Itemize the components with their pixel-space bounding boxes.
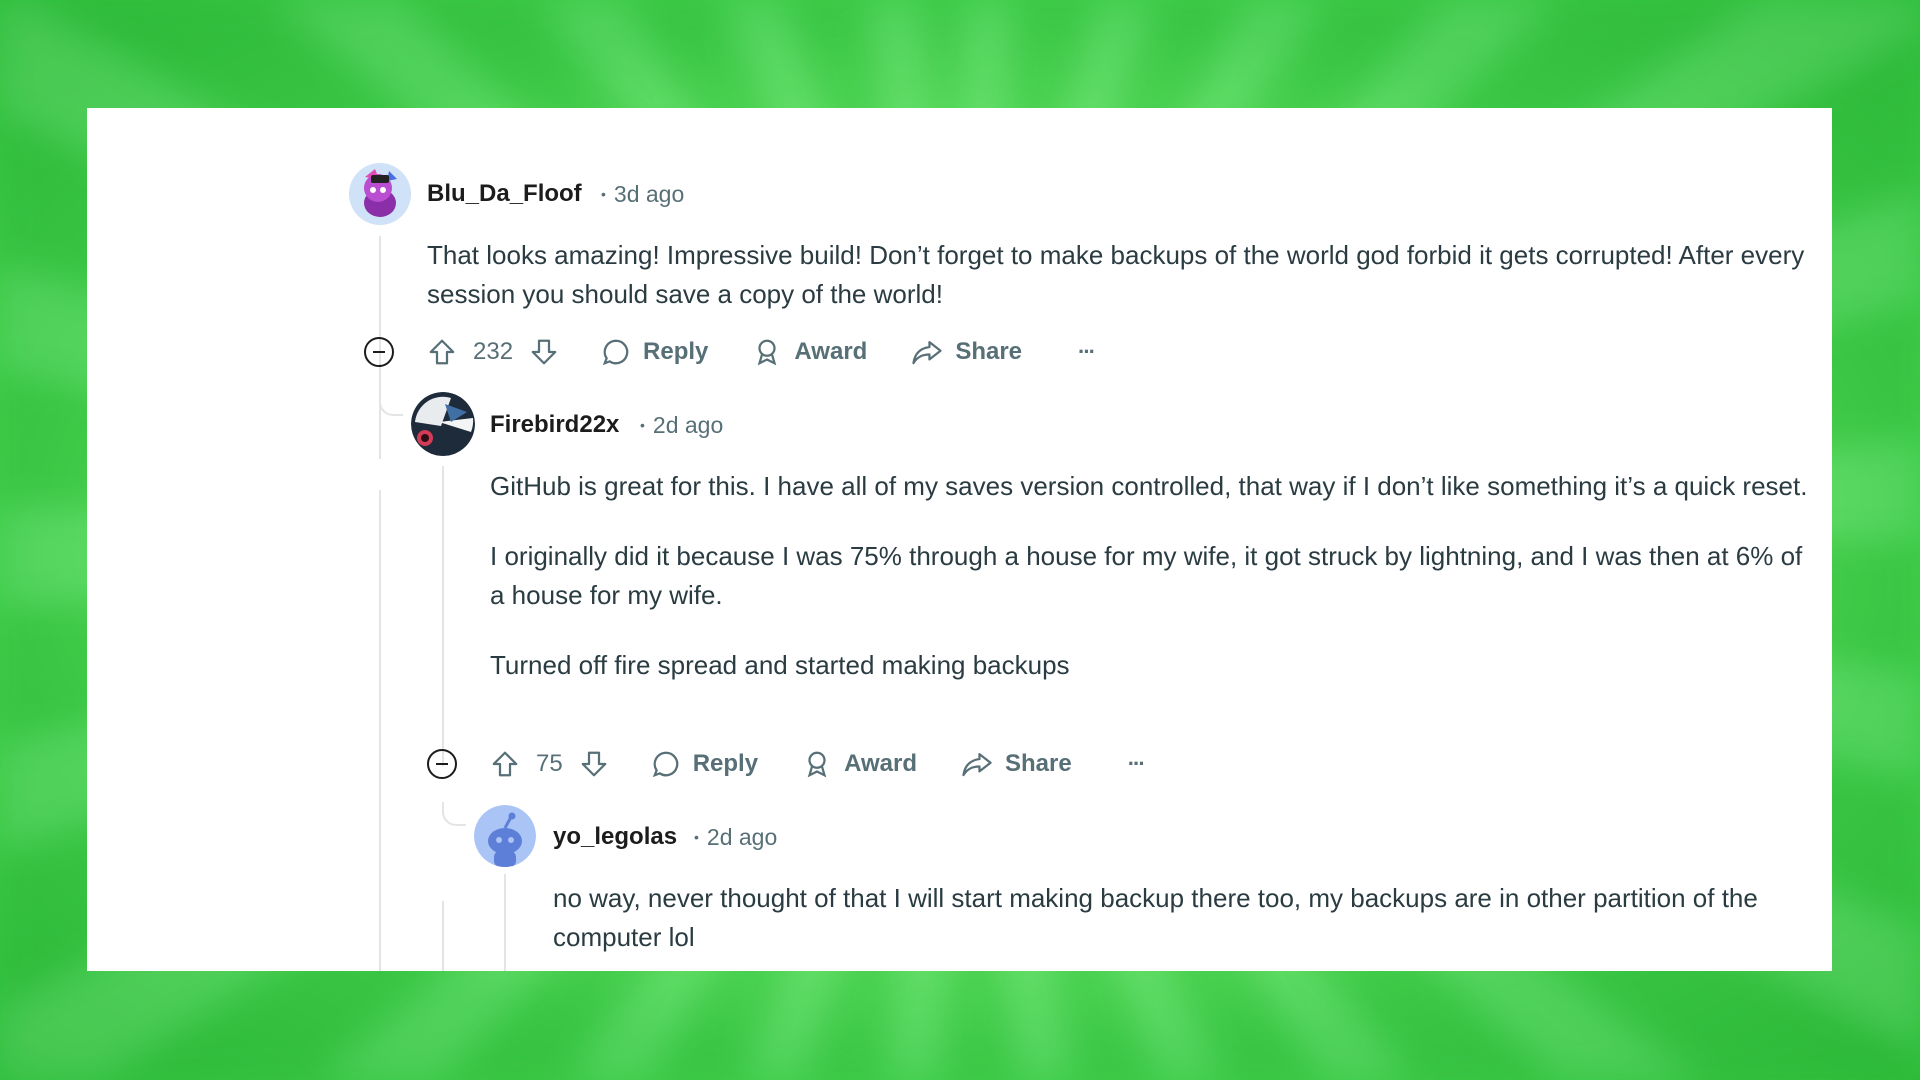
upvote-icon[interactable] bbox=[427, 337, 457, 367]
share-button[interactable]: Share bbox=[911, 337, 1022, 367]
avatar[interactable] bbox=[474, 805, 536, 867]
vote-group: 232 bbox=[427, 337, 559, 367]
separator: • bbox=[640, 417, 645, 433]
comment-body: no way, never thought of that I will sta… bbox=[553, 879, 1793, 971]
comment-body: GitHub is great for this. I have all of … bbox=[490, 467, 1810, 716]
downvote-icon[interactable] bbox=[579, 749, 609, 779]
thread-line-2[interactable] bbox=[442, 466, 444, 766]
thread-line-3[interactable] bbox=[504, 874, 506, 971]
separator: • bbox=[694, 829, 699, 845]
avatar[interactable] bbox=[349, 163, 411, 225]
thread-elbow-2 bbox=[442, 802, 466, 826]
share-button[interactable]: Share bbox=[961, 749, 1072, 779]
thread-elbow-1 bbox=[379, 392, 403, 416]
timestamp: • 2d ago bbox=[640, 412, 723, 439]
username[interactable]: yo_legolas bbox=[553, 823, 677, 851]
thread-line-2b[interactable] bbox=[442, 901, 444, 971]
separator: • bbox=[601, 186, 606, 202]
score: 232 bbox=[473, 338, 514, 365]
comment-paragraph: Turned off fire spread and started makin… bbox=[490, 650, 1070, 680]
avatar-icon bbox=[349, 163, 411, 225]
reply-button[interactable]: Reply bbox=[651, 749, 758, 779]
reply-label: Reply bbox=[643, 338, 709, 365]
time: 2d ago bbox=[652, 412, 724, 438]
comment-actions: 232 Reply Award Share ··· bbox=[427, 332, 1096, 372]
award-icon bbox=[752, 337, 782, 367]
thread-line-1b[interactable] bbox=[379, 490, 381, 971]
score: 75 bbox=[536, 750, 563, 777]
share-label: Share bbox=[1004, 750, 1072, 777]
reply-button[interactable]: Reply bbox=[601, 337, 708, 367]
award-button[interactable]: Award bbox=[802, 749, 917, 779]
username[interactable]: Blu_Da_Floof bbox=[427, 180, 582, 208]
avatar[interactable] bbox=[411, 392, 475, 456]
award-label: Award bbox=[844, 750, 917, 777]
collapse-button[interactable] bbox=[427, 749, 457, 779]
time: 2d ago bbox=[706, 824, 778, 850]
timestamp: • 2d ago bbox=[694, 824, 777, 851]
award-label: Award bbox=[794, 338, 868, 365]
comment-paragraph: no way, never thought of that I will sta… bbox=[553, 883, 1758, 952]
reply-label: Reply bbox=[692, 750, 759, 777]
reddit-default-avatar-icon bbox=[474, 805, 536, 867]
share-label: Share bbox=[955, 338, 1023, 365]
comment-paragraph: I originally did it because I was 75% th… bbox=[490, 541, 1803, 610]
downvote-icon[interactable] bbox=[529, 337, 559, 367]
comment-body: That looks amazing! Impressive build! Do… bbox=[427, 236, 1807, 345]
more-icon: ··· bbox=[1127, 751, 1146, 776]
comment-paragraph: That looks amazing! Impressive build! Do… bbox=[427, 240, 1805, 309]
comment-actions: 75 Reply Award Share ··· bbox=[490, 744, 1146, 784]
time: 3d ago bbox=[613, 181, 685, 207]
username[interactable]: Firebird22x bbox=[490, 411, 619, 439]
comment-thread: Blu_Da_Floof • 3d ago That looks amazing!… bbox=[87, 108, 1832, 971]
upvote-icon[interactable] bbox=[490, 749, 520, 779]
more-options-button[interactable]: ··· bbox=[1078, 339, 1096, 365]
more-options-button[interactable]: ··· bbox=[1127, 751, 1146, 777]
award-button[interactable]: Award bbox=[752, 337, 867, 367]
award-icon bbox=[802, 749, 832, 779]
comment-icon bbox=[651, 749, 681, 779]
share-icon bbox=[961, 749, 993, 779]
comment-paragraph: GitHub is great for this. I have all of … bbox=[490, 471, 1808, 501]
vote-group: 75 bbox=[490, 749, 609, 779]
share-icon bbox=[911, 337, 943, 367]
timestamp: • 3d ago bbox=[601, 181, 684, 208]
comment-icon bbox=[601, 337, 631, 367]
collapse-button[interactable] bbox=[364, 337, 394, 367]
more-icon: ··· bbox=[1078, 339, 1096, 364]
avatar-icon bbox=[411, 392, 475, 456]
